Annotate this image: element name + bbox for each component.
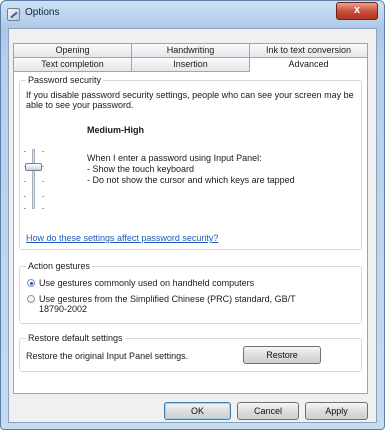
slider-tick bbox=[42, 181, 44, 182]
gesture-handheld-label[interactable]: Use gestures commonly used on handheld c… bbox=[39, 278, 254, 288]
slider-tick bbox=[24, 196, 26, 197]
password-security-label: Password security bbox=[26, 75, 104, 85]
password-security-description: If you disable password security setting… bbox=[26, 90, 354, 110]
slider-tick bbox=[42, 151, 44, 152]
slider-tick bbox=[24, 208, 26, 209]
slider-tick bbox=[24, 181, 26, 182]
slider-tick bbox=[42, 166, 44, 167]
security-detail-1: - Show the touch keyboard bbox=[87, 164, 195, 174]
security-detail-2: - Do not show the cursor and which keys … bbox=[87, 175, 295, 185]
advanced-tab-panel: Password security If you disable passwor… bbox=[13, 71, 368, 394]
tab-row-back: Opening Handwriting Ink to text conversi… bbox=[13, 43, 368, 57]
slider-tick bbox=[24, 151, 26, 152]
close-button[interactable]: x bbox=[336, 2, 378, 20]
gesture-handheld-radio[interactable] bbox=[27, 279, 35, 287]
cancel-button[interactable]: Cancel bbox=[237, 402, 299, 420]
tab-handwriting[interactable]: Handwriting bbox=[131, 43, 249, 57]
tab-advanced[interactable]: Advanced bbox=[249, 57, 368, 72]
slider-tick bbox=[42, 196, 44, 197]
restore-defaults-group: Restore default settings Restore the ori… bbox=[19, 333, 362, 372]
restore-defaults-label: Restore default settings bbox=[26, 333, 125, 343]
restore-button[interactable]: Restore bbox=[243, 346, 321, 364]
apply-button[interactable]: Apply bbox=[305, 402, 368, 420]
gesture-prc-standard-label[interactable]: Use gestures from the Simplified Chinese… bbox=[39, 294, 296, 304]
tab-text-completion[interactable]: Text completion bbox=[13, 57, 131, 71]
tab-opening[interactable]: Opening bbox=[13, 43, 131, 57]
dialog-client-area: Opening Handwriting Ink to text conversi… bbox=[8, 28, 377, 423]
tab-row-front: Text completion Insertion Advanced bbox=[13, 57, 368, 72]
action-gestures-group: Action gestures Use gestures commonly us… bbox=[19, 261, 362, 324]
restore-defaults-description: Restore the original Input Panel setting… bbox=[26, 351, 189, 361]
window-title: Options bbox=[25, 7, 60, 18]
security-level-title: Medium-High bbox=[87, 125, 144, 135]
gesture-prc-standard-label-cont[interactable]: 18790-2002 bbox=[39, 304, 87, 314]
slider-tick bbox=[42, 208, 44, 209]
security-level-slider-track[interactable] bbox=[32, 149, 35, 209]
security-level-slider-thumb[interactable] bbox=[25, 163, 42, 171]
password-security-group: Password security If you disable passwor… bbox=[19, 75, 362, 250]
security-details-heading: When I enter a password using Input Pane… bbox=[87, 153, 262, 163]
ok-button[interactable]: OK bbox=[164, 402, 231, 420]
tab-ink-to-text-conversion[interactable]: Ink to text conversion bbox=[249, 43, 368, 57]
title-bar: Options x bbox=[1, 1, 384, 27]
options-dialog: Options x Opening Handwriting Ink to tex… bbox=[0, 0, 385, 430]
password-security-help-link[interactable]: How do these settings affect password se… bbox=[26, 233, 218, 243]
gesture-prc-standard-radio[interactable] bbox=[27, 295, 35, 303]
tab-insertion[interactable]: Insertion bbox=[131, 57, 249, 71]
action-gestures-label: Action gestures bbox=[26, 261, 93, 271]
pen-icon bbox=[7, 8, 20, 21]
